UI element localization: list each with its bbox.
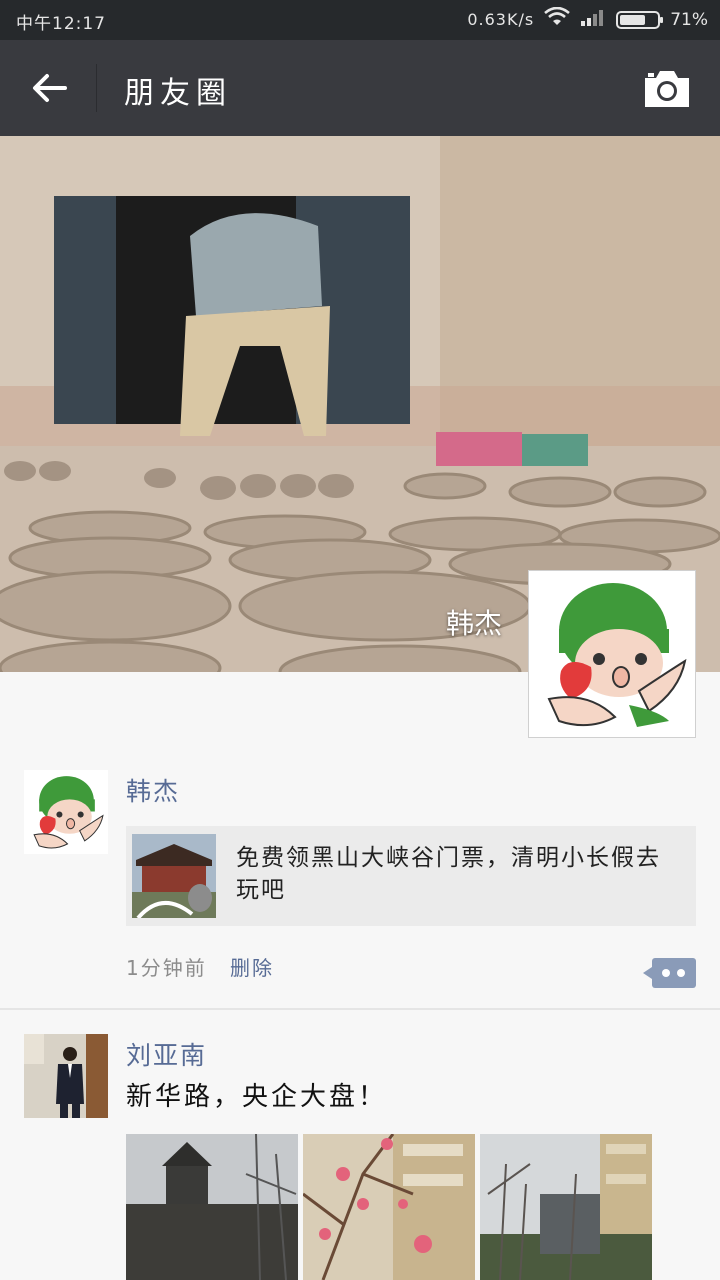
wifi-icon	[544, 6, 571, 32]
cover-avatar[interactable]	[528, 570, 696, 738]
post-time: 1分钟前	[126, 956, 207, 980]
cover-user-name: 韩杰	[445, 607, 502, 640]
battery-level	[620, 14, 645, 25]
status-bar: 中午12:17 0.63K/s 71%	[0, 0, 720, 40]
title-bar: 朋友圈	[0, 40, 720, 136]
shared-link-title: 免费领黑山大峡谷门票，清明小长假去玩吧	[236, 845, 661, 903]
arrow-left-icon	[33, 74, 67, 102]
camera-icon	[645, 71, 689, 107]
delete-button[interactable]: 删除	[230, 952, 274, 981]
photo-trees-building	[480, 1134, 652, 1280]
post-author[interactable]: 刘亚南	[126, 1036, 207, 1072]
post-avatar[interactable]	[24, 1034, 108, 1118]
post-avatar[interactable]	[24, 770, 108, 854]
status-time: 中午12:17	[16, 14, 106, 34]
avatar-photo-man	[24, 1034, 108, 1118]
battery-icon	[616, 10, 664, 29]
post-text: 新华路，央企大盘！	[126, 1082, 388, 1112]
camera-button[interactable]	[642, 68, 692, 110]
comment-button[interactable]	[643, 958, 696, 988]
title-divider	[96, 64, 97, 112]
shared-link-thumbnail	[132, 834, 216, 918]
signal-icon	[580, 7, 606, 32]
status-indicators: 0.63K/s 71%	[467, 6, 708, 32]
battery-percent: 71%	[670, 9, 708, 30]
avatar-cartoon-soldier	[33, 776, 104, 849]
post-author[interactable]: 韩杰	[126, 772, 180, 808]
photo-building-tower	[126, 1134, 298, 1280]
post-photo[interactable]	[126, 1134, 298, 1280]
back-button[interactable]	[22, 62, 76, 114]
page-title: 朋友圈	[124, 76, 232, 111]
network-speed: 0.63K/s	[467, 10, 535, 29]
avatar-cartoon-soldier	[547, 583, 687, 727]
post-divider	[0, 1008, 720, 1010]
photo-blossom-branch	[303, 1134, 475, 1280]
shared-link-card[interactable]: 免费领黑山大峡谷门票，清明小长假去玩吧	[126, 826, 696, 926]
post-photo[interactable]	[303, 1134, 475, 1280]
post-photo[interactable]	[480, 1134, 652, 1280]
